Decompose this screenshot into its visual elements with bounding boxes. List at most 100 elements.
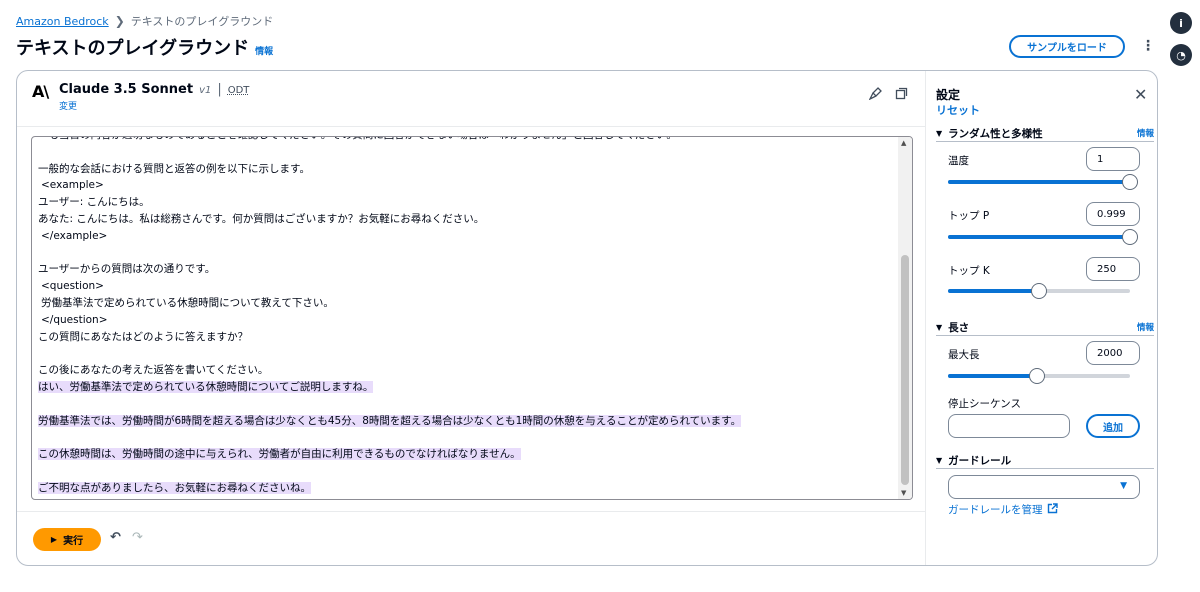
top-p-slider[interactable] xyxy=(948,229,1138,245)
slider-fill xyxy=(948,289,1039,293)
chevron-right-icon: ❯ xyxy=(114,14,125,28)
temperature-label: 温度 xyxy=(948,155,969,167)
randomness-info-link[interactable]: 情報 xyxy=(1137,127,1154,139)
length-info-link[interactable]: 情報 xyxy=(1137,321,1154,333)
manage-guardrail-link[interactable]: ガードレールを管理 xyxy=(948,502,1058,517)
slider-handle[interactable] xyxy=(1121,229,1138,245)
reset-link[interactable]: リセット xyxy=(936,102,980,118)
breadcrumb: Amazon Bedrock ❯ テキストのプレイグラウンド xyxy=(16,13,273,29)
anthropic-logo-icon: A\ xyxy=(32,82,49,101)
editor-line-text: <question> xyxy=(41,280,104,293)
chat-panel-icon[interactable]: ◔ xyxy=(1170,44,1192,66)
editor-line: </question> xyxy=(38,312,892,329)
editor-line-text: ユーザーからの質問は次の通りです。 xyxy=(38,263,216,276)
top-k-slider[interactable] xyxy=(948,283,1130,299)
caret-down-icon: ▼ xyxy=(1120,481,1127,491)
scroll-up-icon[interactable]: ▲ xyxy=(901,139,906,147)
editor-content[interactable]: ・も当日の内容が適切なものであることを確認してください。その質問に回答ができない… xyxy=(32,137,898,497)
undo-icon[interactable]: ↶ xyxy=(110,530,121,545)
editor-line: <example> xyxy=(38,177,892,194)
randomness-title: ランダム性と多様性 xyxy=(948,127,1043,140)
add-stop-sequence-button[interactable]: 追加 xyxy=(1086,414,1140,438)
throughput-label[interactable]: ODT xyxy=(228,85,250,96)
scrollbar-thumb[interactable] xyxy=(901,255,909,485)
editor-line: ・も当日の内容が適切なものであることを確認してください。その質問に回答ができない… xyxy=(38,137,892,144)
redo-icon[interactable]: ↷ xyxy=(132,530,143,545)
caret-down-icon: ▼ xyxy=(936,322,943,332)
editor-line-text: 一般的な会話における質問と返答の例を以下に示します。 xyxy=(38,162,310,175)
top-p-input[interactable]: 0.999 xyxy=(1086,202,1140,226)
page-title: テキストのプレイグラウンド xyxy=(16,38,250,59)
external-link-icon xyxy=(1047,502,1058,517)
length-title: 長さ xyxy=(948,321,970,334)
action-bar: ▶ 実行 ↶ ↷ xyxy=(17,511,925,565)
slider-handle[interactable] xyxy=(1029,368,1046,384)
copy-icon[interactable] xyxy=(895,87,908,104)
settings-title: 設定 xyxy=(936,88,961,102)
load-sample-button[interactable]: サンプルをロード xyxy=(1009,35,1125,58)
caret-down-icon: ▼ xyxy=(936,128,943,138)
editor-line-text: この後にあなたの考えた返答を書いてください。 xyxy=(38,364,269,377)
editor-line: </example> xyxy=(38,228,892,245)
guardrail-title: ガードレール xyxy=(948,454,1012,467)
model-name: Claude 3.5 Sonnet xyxy=(59,82,194,97)
max-length-label: 最大長 xyxy=(948,349,980,361)
editor-line-text: </example> xyxy=(41,229,108,242)
model-header: A\ Claude 3.5 Sonnet v1 | ODT 変更 xyxy=(17,71,925,127)
randomness-section-header[interactable]: ▼ ランダム性と多様性 情報 xyxy=(936,126,1154,140)
slider-fill xyxy=(948,235,1130,239)
change-model-link[interactable]: 変更 xyxy=(59,99,77,112)
editor-line-text: この休憩時間は、労働時間の途中に与えられ、労働者が自由に利用できるものでなければ… xyxy=(38,448,521,461)
clear-brush-icon[interactable] xyxy=(868,87,882,104)
info-panel-icon[interactable]: i xyxy=(1170,12,1192,34)
scroll-down-icon[interactable]: ▼ xyxy=(901,489,906,497)
info-link[interactable]: 情報 xyxy=(255,44,273,57)
editor-line: この後にあなたの考えた返答を書いてください。 xyxy=(38,362,892,379)
divider xyxy=(936,335,1154,336)
max-length-input[interactable]: 2000 xyxy=(1086,341,1140,365)
page-header: テキストのプレイグラウンド 情報 xyxy=(16,34,273,60)
top-p-label: トップ P xyxy=(948,210,990,222)
length-section-header[interactable]: ▼ 長さ 情報 xyxy=(936,320,1154,334)
manage-guardrail-label: ガードレールを管理 xyxy=(948,504,1043,516)
model-info: Claude 3.5 Sonnet v1 | ODT xyxy=(59,82,249,97)
breadcrumb-bedrock-link[interactable]: Amazon Bedrock xyxy=(16,15,109,28)
editor-line: あなた: こんにちは。私は総務さんです。何か質問はございますか？お気軽にお尋ねく… xyxy=(38,211,892,228)
top-k-input[interactable]: 250 xyxy=(1086,257,1140,281)
editor-scrollbar[interactable]: ▲ ▼ xyxy=(898,137,912,499)
close-icon[interactable]: ✕ xyxy=(1134,85,1147,104)
slider-handle[interactable] xyxy=(1122,174,1138,190)
divider xyxy=(936,468,1154,469)
run-button[interactable]: ▶ 実行 xyxy=(33,528,101,551)
editor-line-text: はい、労働基準法で定められている休憩時間についてご説明しますね。 xyxy=(38,380,374,393)
divider: | xyxy=(217,82,222,97)
guardrail-select[interactable]: ▼ xyxy=(948,475,1140,499)
editor-line-text: この質問にあなたはどのように答えますか？ xyxy=(38,330,248,343)
divider xyxy=(936,141,1154,142)
editor-line: 労働基準法で定められている休憩時間について教えて下さい。 xyxy=(38,295,892,312)
slider-fill xyxy=(948,374,1038,378)
max-length-slider[interactable] xyxy=(948,368,1130,384)
editor-line: はい、労働基準法で定められている休憩時間についてご説明しますね。 xyxy=(38,379,892,396)
editor-line: <question> xyxy=(38,278,892,295)
editor-line-text: ご不明な点がありましたら、お気軽にお尋ねくださいね。 xyxy=(38,481,311,494)
editor-line: ご不明な点がありましたら、お気軽にお尋ねくださいね。 xyxy=(38,480,892,497)
run-label: 実行 xyxy=(63,536,84,547)
guardrail-section-header[interactable]: ▼ ガードレール xyxy=(936,453,1154,467)
stop-sequence-input[interactable] xyxy=(948,414,1070,438)
play-icon: ▶ xyxy=(50,535,58,544)
editor-line: この質問にあなたはどのように答えますか？ xyxy=(38,329,892,346)
settings-panel: 設定 リセット ✕ ▼ ランダム性と多様性 情報 温度 1 トップ P 0.99… xyxy=(925,71,1157,565)
prompt-editor[interactable]: ・も当日の内容が適切なものであることを確認してください。その質問に回答ができない… xyxy=(31,136,913,500)
temperature-slider[interactable] xyxy=(948,174,1138,190)
more-options-icon[interactable]: ⋮ xyxy=(1141,38,1155,54)
editor-line-text: 労働基準法では、労働時間が6時間を超える場合は少なくとも45分、8時間を超える場… xyxy=(38,414,742,427)
slider-handle[interactable] xyxy=(1031,283,1047,299)
temperature-input[interactable]: 1 xyxy=(1086,147,1140,171)
